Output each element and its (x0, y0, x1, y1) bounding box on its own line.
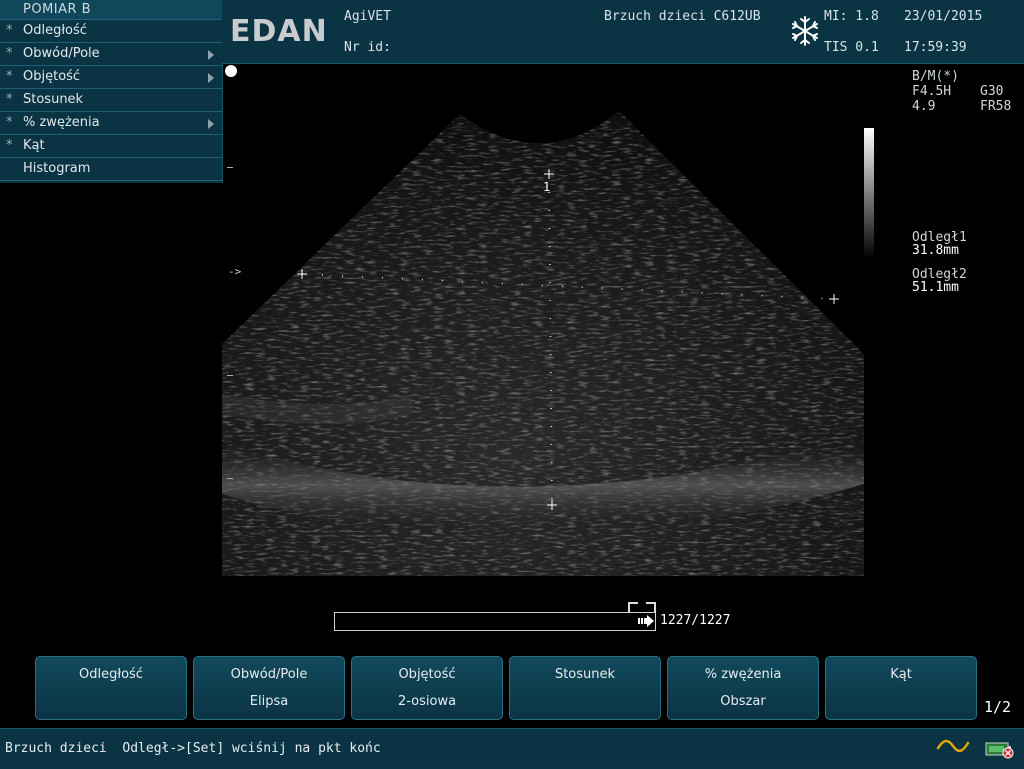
menu-star: * (6, 23, 13, 38)
cine-progress-bar[interactable] (334, 612, 656, 631)
softkey-label: Objętość (398, 667, 456, 682)
softkey-objetosc[interactable]: Objętość 2-osiowa (351, 656, 503, 720)
softkey-label: Kąt (890, 667, 912, 682)
depth-tick (227, 478, 233, 479)
menu-title: POMIAR B (0, 0, 222, 20)
menu-item-label: % zwężenia (23, 115, 100, 130)
patient-id-label: Nr id: (344, 40, 391, 55)
cine-frame-counter: 1227/1227 (660, 613, 731, 628)
exam-preset: Brzuch dzieci C612UB (604, 9, 761, 24)
orientation-dot (225, 65, 237, 77)
menu-item-kat[interactable]: * Kąt (0, 135, 222, 158)
wave-icon (936, 739, 970, 753)
softkey-label: Stosunek (554, 667, 616, 682)
softkey-sublabel: Elipsa (249, 694, 289, 709)
softkey-stosunek[interactable]: Stosunek (509, 656, 661, 720)
softkey-label: Odległość (79, 667, 143, 682)
menu-item-obwod-pole[interactable]: * Obwód/Pole (0, 43, 222, 66)
cine-play-arrow-icon (638, 615, 654, 627)
softkey-zwezenia[interactable]: % zwężenia Obszar (667, 656, 819, 720)
exam-time: 17:59:39 (904, 40, 967, 55)
hospital-name: AgiVET (344, 9, 391, 24)
top-header: EDAN AgiVET Nr id: Brzuch dzieci C612UB … (222, 0, 1024, 64)
caliper-number: 1 (543, 180, 551, 194)
grayscale-bar (864, 128, 874, 258)
softkey-label: % zwężenia (704, 667, 782, 682)
menu-star: * (6, 46, 13, 61)
menu-item-label: Objętość (23, 69, 81, 84)
submenu-arrow-icon (208, 73, 214, 83)
edan-logo: EDAN (230, 14, 328, 49)
depth-value: 4.9 (912, 99, 936, 114)
menu-item-odleglosc[interactable]: * Odległość (0, 20, 222, 43)
measurement-menu: POMIAR B * Odległość * Obwód/Pole * Obję… (0, 0, 223, 183)
frequency: F4.5H (912, 84, 952, 99)
submenu-arrow-icon (208, 119, 214, 129)
menu-star: * (6, 115, 13, 130)
menu-item-label: Histogram (23, 161, 91, 176)
depth-tick (227, 167, 233, 168)
status-message: Brzuch dzieci Odległ->[Set] wciśnij na p… (5, 741, 381, 756)
exam-date: 23/01/2015 (904, 9, 983, 24)
menu-star: * (6, 92, 13, 107)
menu-item-label: Obwód/Pole (23, 46, 100, 61)
snowflake-icon (792, 16, 818, 46)
menu-item-label: Odległość (23, 23, 87, 38)
ultrasound-image-area[interactable]: 1 -> B/M(*) F4.5H G30 4.9 FR58 Odległ1 3… (222, 64, 1024, 644)
menu-item-stosunek[interactable]: * Stosunek (0, 89, 222, 112)
tis-index: TIS 0.1 (824, 40, 879, 55)
softkey-odleglosc[interactable]: Odległość (35, 656, 187, 720)
mi-index: MI: 1.8 (824, 9, 879, 24)
frame-rate: FR58 (980, 99, 1012, 114)
focus-marker: -> (228, 265, 242, 278)
softkey-sublabel: 2-osiowa (397, 694, 457, 709)
status-bar: Brzuch dzieci Odległ->[Set] wciśnij na p… (0, 728, 1024, 769)
menu-star: * (6, 138, 13, 153)
image-mode: B/M(*) (912, 69, 959, 84)
softkey-obwod-pole[interactable]: Obwód/Pole Elipsa (193, 656, 345, 720)
measurement-1-value: 31.8mm (912, 243, 959, 258)
ultrasound-image (222, 111, 864, 576)
menu-item-label: Stosunek (23, 92, 84, 107)
cine-handle[interactable] (628, 602, 656, 612)
menu-item-histogram[interactable]: Histogram (0, 158, 222, 181)
submenu-arrow-icon (208, 50, 214, 60)
softkey-sublabel: Obszar (720, 694, 766, 709)
menu-item-objetosc[interactable]: * Objętość (0, 66, 222, 89)
measurement-2-value: 51.1mm (912, 280, 959, 295)
depth-tick (227, 375, 233, 376)
menu-item-zwezenia[interactable]: * % zwężenia (0, 112, 222, 135)
softkey-label: Obwód/Pole (230, 667, 308, 682)
softkey-page-indicator[interactable]: 1/2 (984, 698, 1011, 716)
menu-item-label: Kąt (23, 138, 45, 153)
softkey-kat[interactable]: Kąt (825, 656, 977, 720)
gain: G30 (980, 84, 1004, 99)
battery-plug-icon (985, 742, 1014, 759)
menu-star: * (6, 69, 13, 84)
